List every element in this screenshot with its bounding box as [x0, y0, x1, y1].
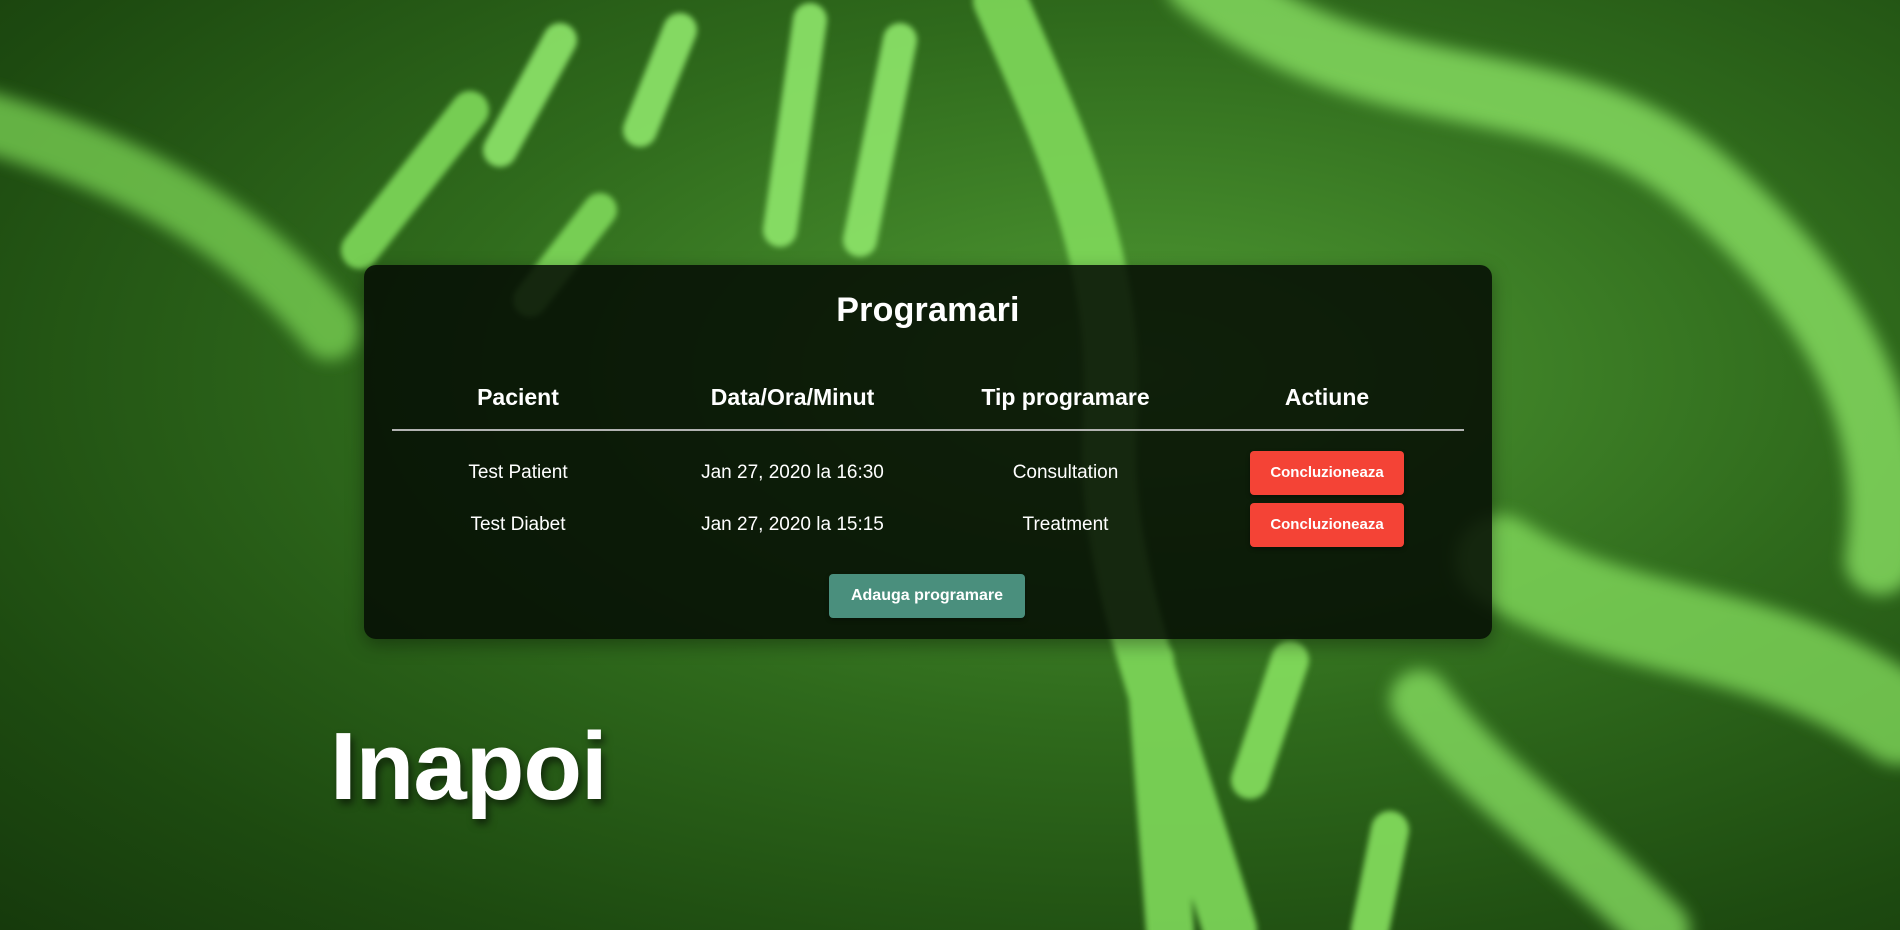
column-header-type: Tip programare [941, 377, 1190, 431]
table-row: Test Diabet Jan 27, 2020 la 15:15 Treatm… [392, 499, 1464, 551]
appointments-panel: Programari Pacient Data/Ora/Minut Tip pr… [364, 265, 1492, 639]
appointments-table: Pacient Data/Ora/Minut Tip programare Ac… [392, 377, 1464, 551]
type-cell: Treatment [1022, 514, 1109, 535]
conclude-button[interactable]: Concluzioneaza [1250, 503, 1404, 547]
panel-title: Programari [836, 291, 1020, 329]
column-header-datetime: Data/Ora/Minut [644, 377, 941, 431]
datetime-cell: Jan 27, 2020 la 15:15 [701, 514, 884, 535]
conclude-button[interactable]: Concluzioneaza [1250, 451, 1404, 495]
back-link[interactable]: Inapoi [330, 712, 608, 822]
column-header-patient: Pacient [392, 377, 644, 431]
patient-cell: Test Diabet [470, 514, 566, 535]
datetime-cell: Jan 27, 2020 la 16:30 [701, 462, 884, 483]
table-header-row: Pacient Data/Ora/Minut Tip programare Ac… [392, 377, 1464, 431]
table-row: Test Patient Jan 27, 2020 la 16:30 Consu… [392, 430, 1464, 499]
type-cell: Consultation [1012, 462, 1119, 483]
patient-cell: Test Patient [468, 462, 568, 483]
add-appointment-button[interactable]: Adauga programare [829, 574, 1025, 618]
action-cell: Concluzioneaza [1190, 430, 1464, 499]
column-header-action: Actiune [1190, 377, 1464, 431]
action-cell: Concluzioneaza [1190, 499, 1464, 551]
